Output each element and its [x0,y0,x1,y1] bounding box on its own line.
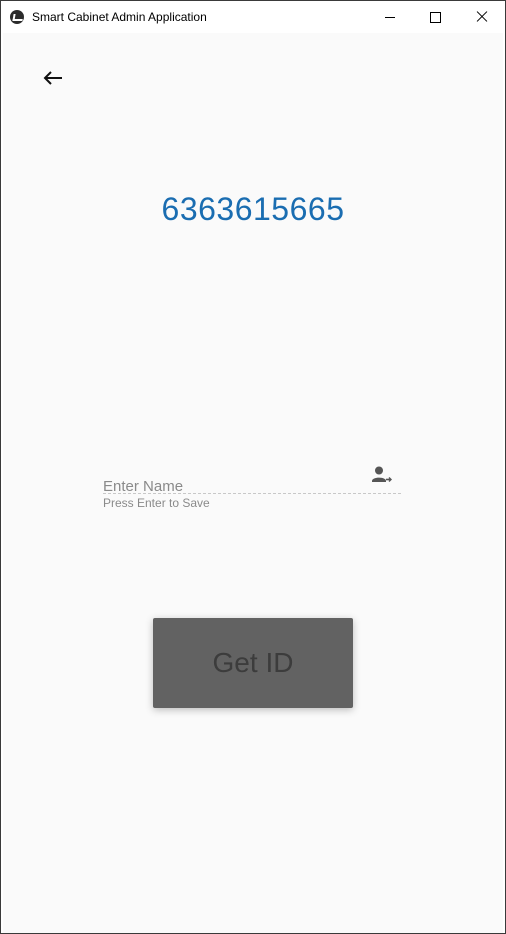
get-id-button[interactable]: Get ID [153,618,353,708]
close-button[interactable] [459,1,505,33]
app-icon [10,10,24,24]
minimize-icon [385,17,395,18]
maximize-button[interactable] [413,1,459,33]
person-arrow-icon [372,466,392,482]
name-field[interactable]: Press Enter to Save [103,463,401,513]
maximize-icon [430,12,441,23]
back-button[interactable] [39,65,67,93]
main-content: 6363615665 Press Enter to Save Get ID [3,33,503,933]
helper-text: Press Enter to Save [103,496,210,510]
minimize-button[interactable] [367,1,413,33]
title-bar[interactable]: Smart Cabinet Admin Application [1,1,505,33]
input-underline [103,493,401,494]
arrow-left-icon [43,71,62,85]
window-title: Smart Cabinet Admin Application [32,10,207,24]
phone-number: 6363615665 [161,191,345,227]
app-window: Smart Cabinet Admin Application 63636156… [0,0,506,934]
